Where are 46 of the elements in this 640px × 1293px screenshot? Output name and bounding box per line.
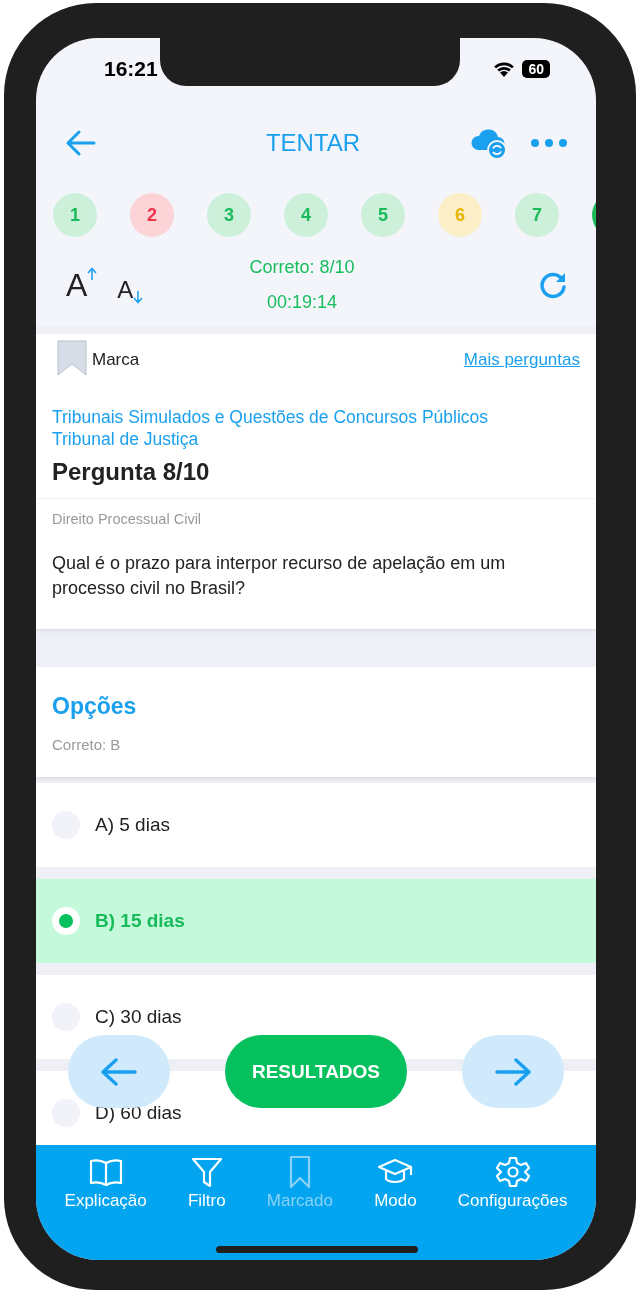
up-arrow-icon bbox=[87, 266, 98, 281]
option-row[interactable]: A) 5 dias bbox=[36, 783, 596, 867]
option-label: B) 15 dias bbox=[95, 910, 185, 932]
question-text: Qual é o prazo para interpor recurso de apelação em um processo civil no Brasil? bbox=[51, 552, 507, 600]
option-row[interactable]: B) 15 dias bbox=[36, 879, 596, 963]
back-arrow-icon[interactable] bbox=[66, 130, 96, 156]
question-number[interactable]: 7 bbox=[515, 193, 559, 237]
question-number[interactable]: 5 bbox=[361, 193, 405, 237]
option-label: D) 60 dias bbox=[95, 1102, 182, 1124]
answer-text: Correto: B bbox=[52, 736, 122, 753]
battery-level: 60 bbox=[522, 60, 550, 78]
increase-font-button[interactable]: A bbox=[66, 266, 98, 304]
radio-button[interactable] bbox=[52, 1099, 80, 1127]
refresh-icon[interactable] bbox=[538, 270, 568, 300]
more-questions-link[interactable]: Mais perguntas bbox=[463, 350, 580, 370]
bookmark-icon[interactable] bbox=[56, 340, 88, 376]
radio-button[interactable] bbox=[52, 907, 80, 935]
settings-icon bbox=[494, 1155, 531, 1189]
subject-text: Direito Processual Civil bbox=[51, 510, 203, 527]
question-number[interactable]: 1 bbox=[53, 193, 97, 237]
nav-tab[interactable]: Explicação bbox=[62, 1153, 149, 1213]
nav-tab[interactable]: Configurações bbox=[455, 1153, 570, 1213]
right-arrow-icon bbox=[494, 1056, 532, 1087]
option-label: A) 5 dias bbox=[95, 814, 170, 836]
down-arrow-icon bbox=[133, 289, 144, 304]
question-number[interactable]: 6 bbox=[438, 193, 482, 237]
nav-tab[interactable]: Modo bbox=[372, 1153, 419, 1213]
question-title: Pergunta 8/10 bbox=[51, 457, 211, 487]
question-number[interactable]: 2 bbox=[130, 193, 174, 237]
options-title: Opções bbox=[52, 693, 138, 720]
bookmark-label: Marca bbox=[92, 350, 140, 370]
status-time: 16:21 bbox=[104, 57, 158, 81]
left-arrow-icon bbox=[100, 1056, 138, 1087]
decrease-font-button[interactable]: A bbox=[117, 275, 144, 304]
more-icon[interactable] bbox=[530, 138, 568, 148]
score-text: Correto: 8/10 bbox=[249, 257, 355, 278]
source-text: Tribunal de Justiça bbox=[52, 428, 199, 450]
timer: 00:19:14 bbox=[266, 292, 338, 313]
question-number[interactable]: 4 bbox=[284, 193, 328, 237]
nav-tab[interactable]: Filtro bbox=[185, 1153, 228, 1213]
question-number[interactable]: 3 bbox=[207, 193, 251, 237]
results-button[interactable]: RESULTADOS bbox=[225, 1035, 407, 1108]
option-label: C) 30 dias bbox=[95, 1006, 182, 1028]
source-text: Tribunais Simulados e Questões de Concursos Públicos bbox=[52, 406, 489, 428]
screen-title: TENTAR bbox=[264, 129, 362, 157]
wifi-icon bbox=[492, 60, 517, 78]
